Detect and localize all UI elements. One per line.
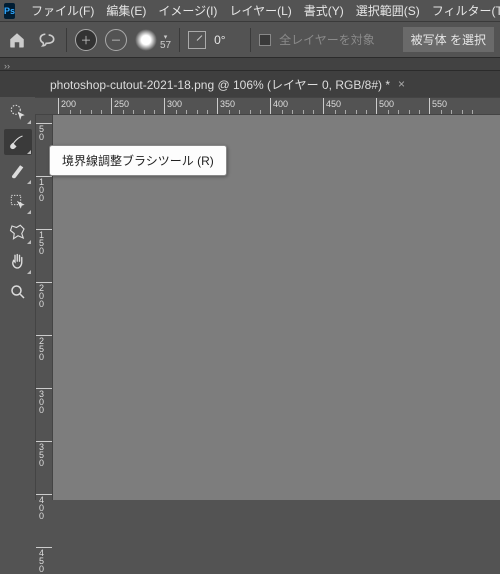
- angle-icon[interactable]: [188, 31, 206, 49]
- ruler-tick: 550: [429, 98, 430, 114]
- add-mode-icon[interactable]: ＋: [75, 29, 97, 51]
- refine-edge-brush-tool[interactable]: [4, 129, 32, 155]
- menu-bar: Ps ファイル(F) 編集(E) イメージ(I) レイヤー(L) 書式(Y) 選…: [0, 0, 500, 22]
- collapse-icon[interactable]: ››: [0, 61, 14, 71]
- brush-size-picker[interactable]: ▾ 57: [160, 34, 171, 51]
- divider: [66, 28, 67, 52]
- document-tab[interactable]: photoshop-cutout-2021-18.png @ 106% (レイヤ…: [40, 76, 415, 93]
- menu-layer[interactable]: レイヤー(L): [223, 2, 297, 19]
- brush-tool[interactable]: [4, 159, 32, 185]
- ruler-tick: 50: [36, 123, 52, 124]
- ruler-tick: 200: [36, 282, 52, 283]
- document-title: photoshop-cutout-2021-18.png @ 106% (レイヤ…: [50, 76, 390, 93]
- subtract-mode-icon[interactable]: －: [105, 29, 127, 51]
- hand-tool[interactable]: [4, 249, 32, 275]
- angle-value[interactable]: 0°: [214, 33, 242, 47]
- ruler-tick: 300: [36, 388, 52, 389]
- ruler-tick: 450: [323, 98, 324, 114]
- tool-tooltip: 境界線調整ブラシツール (R): [49, 145, 227, 176]
- menu-filter[interactable]: フィルター(T): [426, 2, 500, 19]
- brush-preview-icon[interactable]: [135, 29, 157, 51]
- menu-edit[interactable]: 編集(E): [100, 2, 152, 19]
- lasso-tool[interactable]: [4, 219, 32, 245]
- close-icon[interactable]: ×: [398, 77, 405, 91]
- ruler-tick: 250: [36, 335, 52, 336]
- ruler-tick: 400: [270, 98, 271, 114]
- menu-type[interactable]: 書式(Y): [298, 2, 350, 19]
- menu-file[interactable]: ファイル(F): [25, 2, 100, 19]
- ruler-tick: 450: [36, 547, 52, 548]
- tool-preset-icon[interactable]: [36, 29, 58, 51]
- ruler-tick: 400: [36, 494, 52, 495]
- ruler-tick: 150: [36, 229, 52, 230]
- object-select-tool[interactable]: [4, 189, 32, 215]
- zoom-tool[interactable]: [4, 279, 32, 305]
- panel-strip: ››: [0, 58, 500, 71]
- document-tabs: photoshop-cutout-2021-18.png @ 106% (レイヤ…: [0, 71, 500, 97]
- ruler-tick: 500: [376, 98, 377, 114]
- ruler-tick: 200: [58, 98, 59, 114]
- tool-panel: [0, 97, 35, 500]
- home-icon[interactable]: [6, 29, 28, 51]
- menu-image[interactable]: イメージ(I): [152, 2, 223, 19]
- all-layers-label: 全レイヤーを対象: [279, 31, 375, 48]
- all-layers-checkbox[interactable]: [259, 34, 271, 46]
- select-subject-button[interactable]: 被写体 を選択: [403, 27, 494, 52]
- ruler-tick: 300: [164, 98, 165, 114]
- ruler-tick: 100: [36, 176, 52, 177]
- ruler-horizontal[interactable]: 200 250 300 350 400 450 500 550: [35, 97, 500, 115]
- options-bar: ＋ － ▾ 57 0° 全レイヤーを対象 被写体 を選択: [0, 22, 500, 58]
- menu-select[interactable]: 選択範囲(S): [350, 2, 426, 19]
- ruler-tick: 250: [111, 98, 112, 114]
- workspace: 200 250 300 350 400 450 500 550 50 100 150 200 250 3…: [0, 97, 500, 500]
- ruler-tick: 350: [36, 441, 52, 442]
- divider: [179, 28, 180, 52]
- quick-select-tool[interactable]: [4, 99, 32, 125]
- divider: [250, 28, 251, 52]
- app-logo: Ps: [4, 3, 15, 19]
- ruler-tick: 350: [217, 98, 218, 114]
- brush-size-value: 57: [160, 41, 171, 51]
